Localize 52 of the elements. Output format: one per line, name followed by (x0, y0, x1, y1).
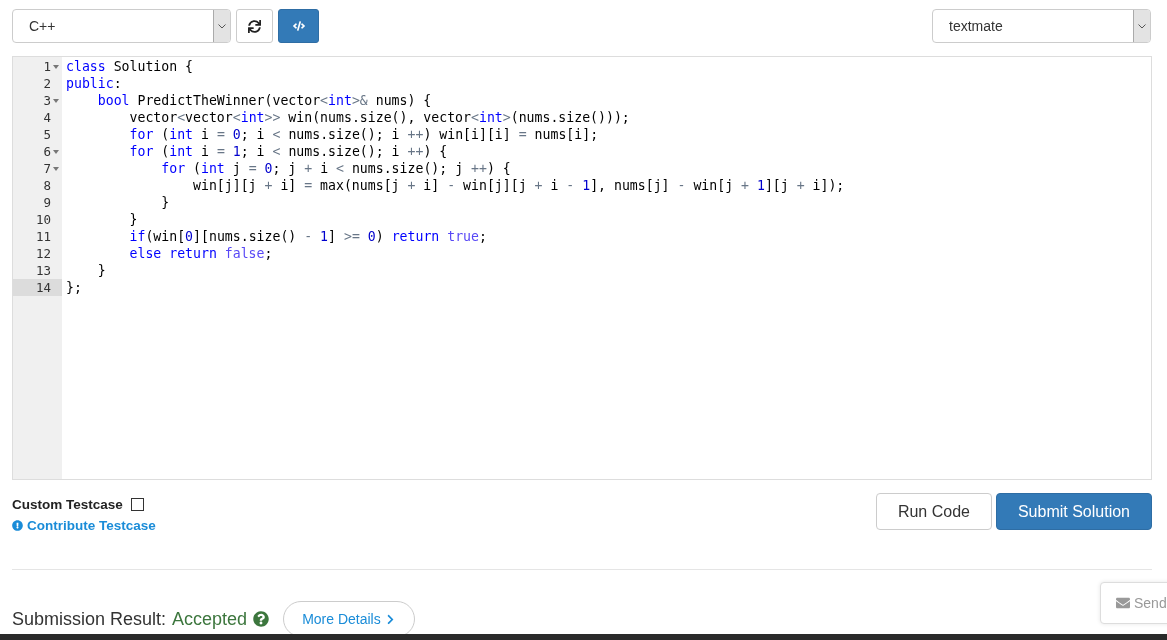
code-icon (292, 20, 305, 32)
line-number: 12 (35, 245, 51, 262)
code-line: if(win[0][nums.size() - 1] >= 0) return true; (128, 228, 488, 245)
code-line: } (160, 194, 171, 211)
line-number: 9 (43, 194, 51, 211)
line-number: 8 (43, 177, 51, 194)
exclamation-icon (12, 520, 23, 531)
refresh-icon (248, 19, 261, 33)
caret-icon (218, 23, 226, 29)
line-number: 11 (35, 228, 51, 245)
code-line: }; (66, 279, 83, 296)
envelope-icon (1116, 596, 1130, 610)
code-line: } (128, 211, 139, 228)
help-icon[interactable] (253, 611, 270, 627)
code-line: public: (66, 75, 123, 92)
code-line: class Solution { (66, 58, 195, 75)
line-number: 5 (43, 126, 51, 143)
line-number: 7 (43, 160, 51, 177)
line-number: 6 (43, 143, 51, 160)
line-number: 14 (35, 279, 51, 296)
custom-testcase-checkbox[interactable] (130, 498, 144, 511)
line-number: 4 (43, 109, 51, 126)
line-number: 13 (35, 262, 51, 279)
code-line: win[j][j + i] = max(nums[j + i] - win[j][j + i - 1], nums[j] - win[j + 1][j + i]); (192, 177, 846, 194)
run-code-button[interactable]: Run Code (875, 493, 992, 530)
fold-arrow-icon[interactable] (52, 149, 59, 154)
line-number: 2 (43, 75, 51, 92)
fold-arrow-icon[interactable] (52, 98, 59, 103)
code-line: for (int i = 1; i < nums.size(); i ++) { (128, 143, 449, 160)
code-line: vector<vector<int>> win(nums.size(), vector<int>(nums.size())); (128, 109, 631, 126)
send-feedback-button[interactable]: Send (1100, 582, 1167, 624)
language-select[interactable]: C++ (12, 9, 231, 43)
line-number: 1 (43, 58, 51, 75)
contribute-testcase-link[interactable]: Contribute Testcase (12, 518, 156, 533)
submission-status: Accepted (172, 608, 248, 630)
code-line: for (int i = 0; i < nums.size(); i ++) win[i][i] = nums[i]; (128, 126, 600, 143)
more-details-button[interactable]: More Details (283, 601, 415, 637)
theme-select[interactable]: textmate (932, 9, 1151, 43)
caret-icon (1138, 23, 1146, 29)
code-line: bool PredictTheWinner(vector<int>& nums) { (96, 92, 433, 109)
line-number: 10 (35, 211, 51, 228)
custom-testcase-label: Custom Testcase (12, 497, 123, 512)
fold-arrow-icon[interactable] (52, 166, 59, 171)
refresh-button[interactable] (236, 9, 273, 43)
submission-result-label: Submission Result: (12, 608, 167, 630)
code-line: } (96, 262, 107, 279)
fold-arrow-icon[interactable] (52, 64, 59, 69)
line-number: 3 (43, 92, 51, 109)
code-line: else return false; (128, 245, 274, 262)
submit-solution-button[interactable]: Submit Solution (995, 493, 1152, 530)
code-line: for (int j = 0; j + i < nums.size(); j ++) { (160, 160, 512, 177)
code-button[interactable] (278, 9, 319, 43)
